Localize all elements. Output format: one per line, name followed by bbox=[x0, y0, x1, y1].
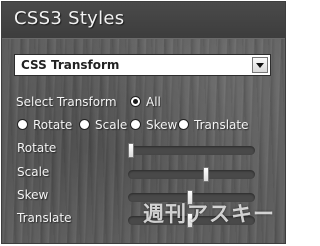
slider-skew-label: Skew bbox=[17, 188, 49, 202]
radio-scale[interactable] bbox=[79, 119, 90, 130]
radio-scale-label[interactable]: Scale bbox=[95, 118, 127, 132]
slider-translate-label: Translate bbox=[17, 211, 72, 225]
transform-dropdown-value: CSS Transform bbox=[21, 58, 120, 72]
panel-title: CSS3 Styles bbox=[14, 8, 125, 29]
scale-slider-handle[interactable] bbox=[203, 167, 209, 182]
radio-skew[interactable] bbox=[130, 119, 141, 130]
slider-rotate-label: Rotate bbox=[17, 141, 57, 155]
radio-translate-label[interactable]: Translate bbox=[194, 118, 249, 132]
rotate-slider-handle[interactable] bbox=[128, 143, 134, 158]
rotate-slider[interactable] bbox=[128, 143, 255, 158]
slider-scale-label: Scale bbox=[17, 165, 50, 179]
watermark-logo: 週刊アスキー bbox=[143, 202, 275, 226]
radio-all-label[interactable]: All bbox=[146, 95, 161, 109]
radio-translate[interactable] bbox=[178, 119, 189, 130]
radio-rotate-label[interactable]: Rotate bbox=[33, 118, 72, 132]
radio-skew-label[interactable]: Skew bbox=[146, 118, 177, 132]
radio-rotate[interactable] bbox=[17, 119, 28, 130]
chevron-down-icon[interactable] bbox=[252, 57, 268, 73]
transform-dropdown[interactable]: CSS Transform bbox=[14, 54, 271, 76]
css3-styles-panel: CSS3 Styles CSS Transform Select Transfo… bbox=[1, 1, 286, 244]
panel-header: CSS3 Styles bbox=[2, 2, 285, 39]
scale-slider[interactable] bbox=[128, 167, 255, 182]
select-transform-label: Select Transform bbox=[16, 95, 117, 109]
radio-all[interactable] bbox=[130, 96, 141, 107]
